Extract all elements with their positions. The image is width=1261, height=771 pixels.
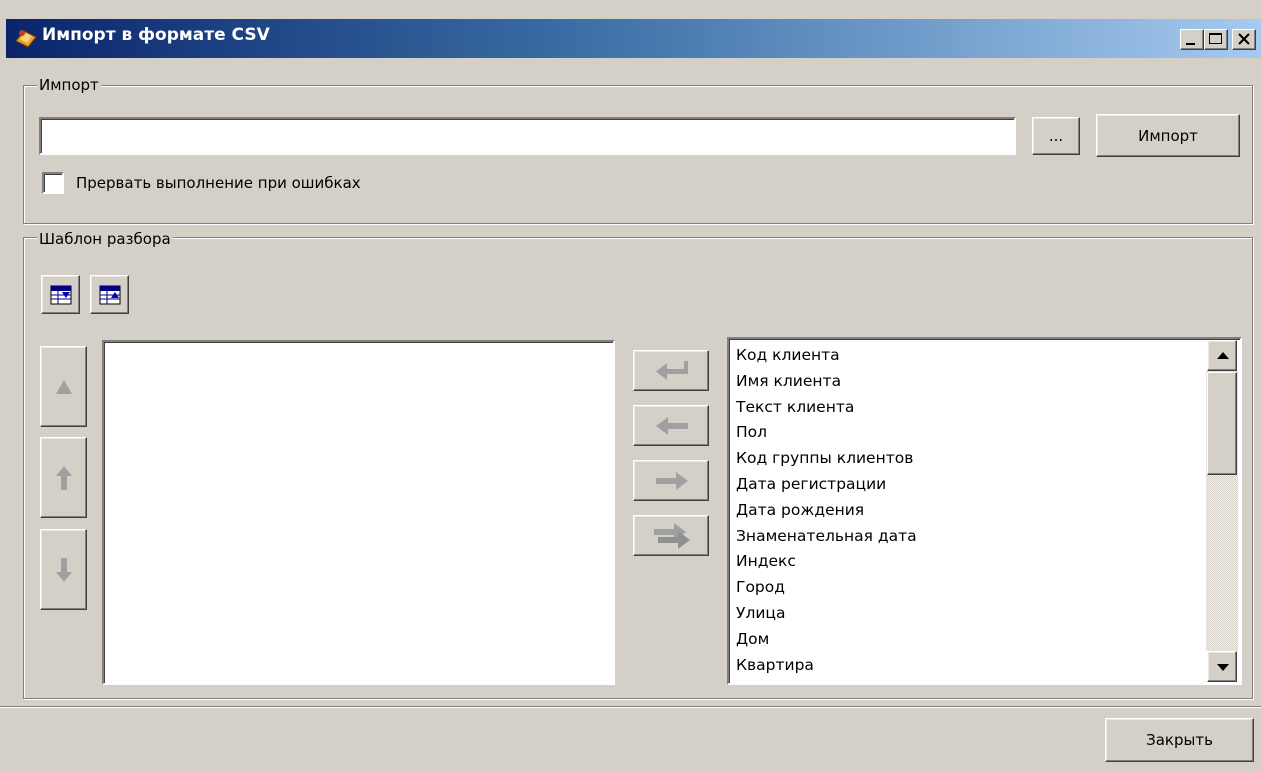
add-all-button[interactable] xyxy=(633,350,709,391)
maximize-icon xyxy=(1209,33,1222,44)
close-dialog-button[interactable]: Закрыть xyxy=(1105,718,1254,762)
selected-fields-list[interactable] xyxy=(102,340,615,685)
list-item[interactable]: Текст клиента xyxy=(732,395,1202,421)
file-path-input[interactable] xyxy=(39,117,1016,155)
import-button-label: Импорт xyxy=(1138,126,1198,145)
list-item[interactable]: Код группы клиентов xyxy=(732,446,1202,472)
scroll-up-icon xyxy=(1217,352,1229,359)
list-item[interactable]: Индекс xyxy=(732,549,1202,575)
import-button[interactable]: Импорт xyxy=(1096,114,1240,157)
scrollbar-thumb[interactable] xyxy=(1207,372,1237,475)
move-down-icon xyxy=(56,558,72,582)
fields-scrollbar[interactable] xyxy=(1206,339,1238,683)
browse-button-label: ... xyxy=(1048,127,1064,145)
remove-field-icon xyxy=(656,472,688,490)
move-up-button[interactable] xyxy=(40,437,87,518)
list-item[interactable]: Пол xyxy=(732,420,1202,446)
browse-button[interactable]: ... xyxy=(1032,117,1080,155)
maximize-button[interactable] xyxy=(1204,29,1228,50)
list-item[interactable]: Квартира xyxy=(732,653,1202,679)
window-title: Импорт в формате CSV xyxy=(42,25,270,45)
close-icon xyxy=(1238,33,1250,45)
template-group-legend: Шаблон разбора xyxy=(37,230,173,248)
import-group-legend: Импорт xyxy=(37,76,101,94)
remove-all-button[interactable] xyxy=(633,515,709,556)
list-item[interactable]: Имя клиента xyxy=(732,369,1202,395)
scroll-down-button[interactable] xyxy=(1207,651,1237,682)
save-template-icon xyxy=(99,285,121,305)
available-fields-items: Код клиента Имя клиента Текст клиента По… xyxy=(732,343,1202,678)
import-csv-window: { "window": { "title": "Импорт в формате… xyxy=(0,0,1261,771)
title-bar[interactable]: Импорт в формате CSV xyxy=(6,19,1261,58)
footer-separator xyxy=(0,706,1261,708)
remove-all-icon xyxy=(654,523,690,549)
minimize-button[interactable] xyxy=(1180,29,1204,50)
available-fields-list[interactable]: Код клиента Имя клиента Текст клиента По… xyxy=(727,337,1242,685)
list-item[interactable]: Город xyxy=(732,575,1202,601)
move-to-top-button[interactable] xyxy=(40,346,87,427)
add-field-icon xyxy=(656,417,688,435)
list-item[interactable]: Дом xyxy=(732,627,1202,653)
load-template-button[interactable] xyxy=(41,275,80,314)
abort-on-error-label: Прервать выполнение при ошибках xyxy=(76,174,361,192)
move-down-button[interactable] xyxy=(40,529,87,610)
scroll-up-button[interactable] xyxy=(1207,340,1237,371)
save-template-button[interactable] xyxy=(90,275,129,314)
list-item[interactable]: Дата рождения xyxy=(732,498,1202,524)
load-template-icon xyxy=(50,285,72,305)
add-field-button[interactable] xyxy=(633,405,709,446)
minimize-icon xyxy=(1186,43,1195,45)
remove-field-button[interactable] xyxy=(633,460,709,501)
list-item[interactable]: Знаменательная дата xyxy=(732,524,1202,550)
move-to-top-icon xyxy=(56,380,72,394)
move-up-icon xyxy=(56,466,72,490)
list-item[interactable]: Дата регистрации xyxy=(732,472,1202,498)
list-item[interactable]: Улица xyxy=(732,601,1202,627)
import-app-icon xyxy=(14,27,38,49)
list-item[interactable]: Код клиента xyxy=(732,343,1202,369)
close-dialog-button-label: Закрыть xyxy=(1146,731,1213,749)
close-button[interactable] xyxy=(1232,29,1256,50)
abort-on-error-checkbox[interactable] xyxy=(42,172,64,194)
scroll-down-icon xyxy=(1217,664,1229,671)
add-all-icon xyxy=(656,361,688,380)
